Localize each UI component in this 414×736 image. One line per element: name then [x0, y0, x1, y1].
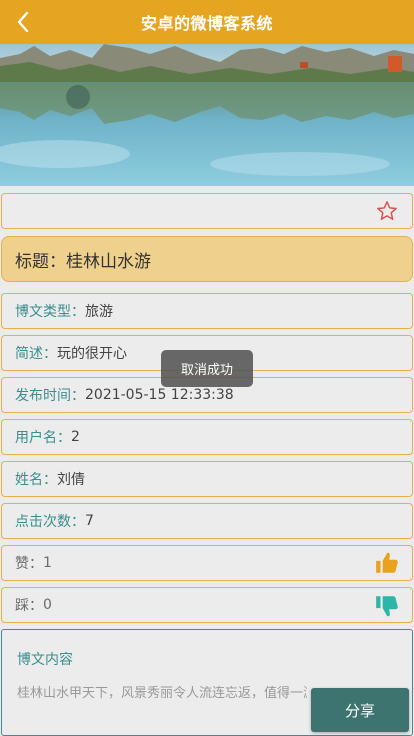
field-key: 点击次数： — [15, 514, 85, 530]
field-value: 旅游 — [85, 304, 113, 320]
share-button[interactable]: 分享 — [311, 688, 409, 732]
field-value: 2 — [71, 429, 80, 445]
field-row-clicks: 点击次数： 7 — [1, 503, 413, 539]
banner-image — [0, 44, 414, 186]
star-icon[interactable] — [376, 200, 398, 222]
thumbs-up-icon[interactable] — [374, 550, 400, 576]
favorite-row — [1, 193, 413, 229]
content-title: 博文内容 — [17, 652, 73, 668]
field-key: 用户名： — [15, 430, 71, 446]
post-title-row: 标题： 桂林山水游 — [1, 236, 413, 282]
dislike-key: 踩： — [15, 598, 43, 614]
field-value: 玩的很开心 — [57, 346, 127, 362]
like-row: 赞： 1 — [1, 545, 413, 581]
dislike-count: 0 — [43, 597, 52, 613]
back-button[interactable] — [10, 8, 36, 36]
field-key: 姓名： — [15, 472, 57, 488]
field-value: 刘倩 — [57, 472, 85, 488]
field-key: 简述： — [15, 346, 57, 362]
field-row-name: 姓名： 刘倩 — [1, 461, 413, 497]
field-value: 2021-05-15 12:33:38 — [85, 387, 234, 403]
post-title-key: 标题： — [15, 251, 66, 272]
chevron-left-icon — [17, 11, 29, 33]
toast-message: 取消成功 — [161, 350, 253, 387]
field-value: 7 — [85, 513, 94, 529]
field-row-username: 用户名： 2 — [1, 419, 413, 455]
field-key: 发布时间： — [15, 388, 85, 404]
post-title-value: 桂林山水游 — [66, 251, 151, 272]
dislike-row: 踩： 0 — [1, 587, 413, 623]
content-text: 桂林山水甲天下，风景秀丽令人流连忘返，值得一游的好地方 — [17, 686, 307, 701]
field-row-type: 博文类型： 旅游 — [1, 293, 413, 329]
like-count: 1 — [43, 555, 52, 571]
like-key: 赞： — [15, 556, 43, 572]
page-title: 安卓的微博客系统 — [140, 14, 273, 33]
thumbs-down-icon[interactable] — [374, 593, 400, 619]
header-bar: 安卓的微博客系统 — [0, 0, 414, 44]
field-key: 博文类型： — [15, 304, 85, 320]
